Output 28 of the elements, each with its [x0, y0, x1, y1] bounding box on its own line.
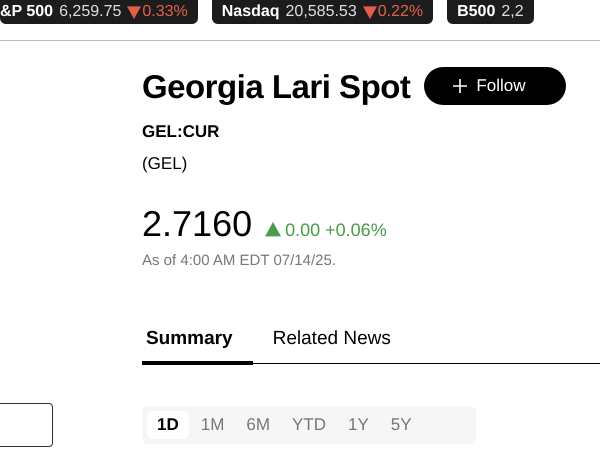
- ticker-name: &P 500: [0, 4, 54, 20]
- ticker-value: 2,2: [501, 4, 524, 20]
- follow-button[interactable]: Follow: [424, 67, 566, 105]
- page-title: Georgia Lari Spot: [142, 70, 410, 102]
- ticker-card[interactable]: B500 2,2: [447, 0, 534, 24]
- ticker-card[interactable]: Nasdaq 20,585.53 0.22%: [212, 0, 434, 24]
- ticker-value: 6,259.75: [59, 4, 122, 20]
- price: 2.7160: [142, 206, 252, 242]
- ticker-change: 0.33%: [142, 4, 188, 20]
- tab[interactable]: Related News: [252, 324, 411, 365]
- ticker-symbol: GEL:CUR: [142, 121, 220, 143]
- ticker-value: 20,585.53: [286, 4, 357, 20]
- currency-code: (GEL): [142, 152, 188, 174]
- ticker-name: Nasdaq: [222, 4, 280, 20]
- price-change: 0.00 +0.06%: [285, 221, 387, 239]
- ticker-name: B500: [457, 4, 496, 20]
- range-button[interactable]: 6M: [236, 411, 280, 439]
- range-button[interactable]: YTD: [282, 411, 336, 439]
- range-button[interactable]: 1D: [147, 411, 189, 439]
- ticker-change: 0.22%: [378, 4, 424, 20]
- range-button[interactable]: 5Y: [380, 411, 422, 439]
- range-button[interactable]: 1Y: [338, 411, 379, 439]
- plus-icon: [452, 78, 468, 94]
- timestamp: As of 4:00 AM EDT 07/14/25.: [142, 251, 338, 271]
- bordered-panel: [0, 403, 53, 447]
- range-button[interactable]: 1M: [190, 411, 234, 439]
- ticker-card[interactable]: &P 500 6,259.75 0.33%: [0, 0, 198, 24]
- tab[interactable]: Summary: [142, 324, 253, 365]
